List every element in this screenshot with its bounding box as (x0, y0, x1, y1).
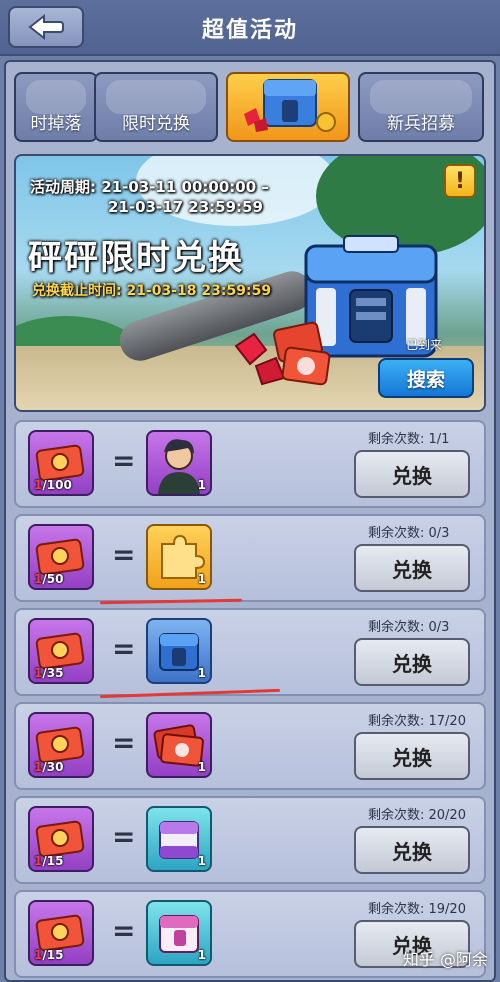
cost-quantity: 1/50 (34, 572, 64, 586)
watermark: 知乎 @阿余 (402, 950, 488, 969)
exchange-row: 1/50 = 1 剩余次数: 0/3 兑换 (14, 514, 486, 602)
reward-item[interactable]: 1 (146, 900, 212, 966)
tab-chest-exchange[interactable] (226, 72, 350, 142)
cost-item[interactable]: 1/50 (28, 524, 94, 590)
reward-quantity: 1 (197, 478, 206, 492)
search-button[interactable]: 搜索 (378, 358, 474, 398)
exchange-deadline: 兑换截止时间: 21-03-18 23:59:59 (32, 283, 272, 299)
reward-item[interactable]: 1 (146, 618, 212, 684)
equals-sign: = (112, 914, 136, 947)
cost-item[interactable]: 1/35 (28, 618, 94, 684)
exchange-button[interactable]: 兑换 (354, 732, 470, 780)
exchange-button[interactable]: 兑换 (354, 638, 470, 686)
equals-sign: = (112, 632, 136, 665)
ruby-gems-icon (234, 321, 331, 386)
cost-quantity: 1/30 (34, 760, 64, 774)
reward-quantity: 1 (197, 948, 206, 962)
tab-label: 新兵招募 (387, 114, 455, 134)
equals-sign: = (112, 538, 136, 571)
remaining-count: 剩余次数: 19/20 (368, 902, 466, 917)
remaining-count: 剩余次数: 20/20 (368, 808, 466, 823)
cost-quantity: 1/15 (34, 854, 64, 868)
reward-quantity: 1 (197, 854, 206, 868)
page-title: 超值活动 (201, 18, 298, 43)
equals-sign: = (112, 444, 136, 477)
reward-quantity: 1 (197, 760, 206, 774)
event-tabs: 时掉落 限时兑换 新兵招募 (14, 72, 486, 144)
remaining-count: 剩余次数: 0/3 (368, 526, 450, 541)
cost-item[interactable]: 1/30 (28, 712, 94, 778)
tab-recruit[interactable]: 新兵招募 (358, 72, 484, 142)
tab-drops[interactable]: 时掉落 (14, 72, 98, 142)
top-bar: 超值活动 (0, 0, 500, 56)
info-button[interactable]: ! (444, 164, 476, 198)
remaining-count: 剩余次数: 1/1 (368, 432, 450, 447)
reward-item[interactable]: 1 (146, 712, 212, 778)
reward-quantity: 1 (197, 572, 206, 586)
equals-sign: = (112, 726, 136, 759)
event-title: 砰砰限时兑换 (28, 238, 244, 278)
event-banner: 活动周期: 21-03-11 00:00:00 – 21-03-17 23:59… (14, 154, 486, 412)
event-period-end: 21-03-17 23:59:59 (108, 198, 263, 216)
tab-label: 时掉落 (30, 114, 82, 134)
cost-quantity: 1/15 (34, 948, 64, 962)
remaining-count: 剩余次数: 0/3 (368, 620, 450, 635)
cost-item[interactable]: 1/15 (28, 806, 94, 872)
chest-icon (244, 79, 336, 132)
owned-label: 已到来 (406, 338, 443, 352)
exchange-row: 1/100 = 1 剩余次数: 1/1 兑换 (14, 420, 486, 508)
exchange-button[interactable]: 兑换 (354, 544, 470, 592)
exchange-row: 1/15 = 1 剩余次数: 20/20 兑换 (14, 796, 486, 884)
cost-item[interactable]: 1/100 (28, 430, 94, 496)
tab-label: 限时兑换 (122, 114, 190, 134)
exchange-row: 1/30 = 1 剩余次数: 17/20 兑换 (14, 702, 486, 790)
tab-limited-exchange[interactable]: 限时兑换 (94, 72, 218, 142)
cost-quantity: 1/100 (34, 478, 72, 492)
reward-quantity: 1 (197, 666, 206, 680)
cost-item[interactable]: 1/15 (28, 900, 94, 966)
remaining-count: 剩余次数: 17/20 (368, 714, 466, 729)
reward-item[interactable]: 1 (146, 524, 212, 590)
exchange-button[interactable]: 兑换 (354, 450, 470, 498)
exchange-row: 1/35 = 1 剩余次数: 0/3 兑换 (14, 608, 486, 696)
cost-quantity: 1/35 (34, 666, 64, 680)
exclamation-icon: ! (454, 168, 466, 194)
equals-sign: = (112, 820, 136, 853)
event-period: 活动周期: 21-03-11 00:00:00 – (30, 178, 269, 196)
reward-item[interactable]: 1 (146, 806, 212, 872)
exchange-button[interactable]: 兑换 (354, 826, 470, 874)
reward-item[interactable]: 1 (146, 430, 212, 496)
